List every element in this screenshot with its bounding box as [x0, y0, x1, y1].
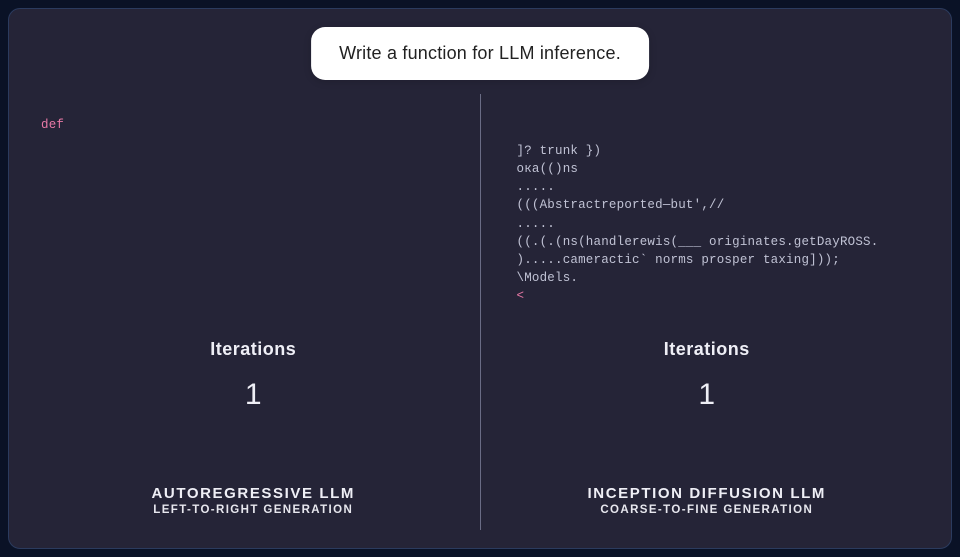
- left-subtitle: LEFT-TO-RIGHT GENERATION: [27, 504, 480, 516]
- left-title: AUTOREGRESSIVE LLM: [27, 485, 480, 502]
- right-iterations-block: Iterations 1: [481, 339, 934, 412]
- right-code-tail: <: [517, 289, 525, 299]
- right-title: INCEPTION DIFFUSION LLM: [481, 485, 934, 502]
- left-footer: AUTOREGRESSIVE LLM LEFT-TO-RIGHT GENERAT…: [27, 485, 480, 516]
- right-code-line-3: (((Abstractreported—but',//: [517, 198, 725, 212]
- right-code-line-5: ((.(.(ns(handlerewis(___ originates.getD…: [517, 235, 879, 249]
- iterations-label: Iterations: [481, 339, 934, 360]
- iterations-value: 1: [27, 378, 480, 412]
- iterations-value: 1: [481, 378, 934, 412]
- left-code: def: [41, 118, 64, 132]
- right-code-line-4: .....: [517, 217, 556, 231]
- prompt-text: Write a function for LLM inference.: [339, 43, 621, 63]
- iterations-label: Iterations: [27, 339, 480, 360]
- left-code-area: def: [27, 94, 480, 299]
- content-area: def Iterations 1 AUTOREGRESSIVE LLM LEFT…: [27, 94, 933, 530]
- right-panel: ]? trunk }) ока(()ns ..... (((Abstractre…: [481, 94, 934, 530]
- left-panel: def Iterations 1 AUTOREGRESSIVE LLM LEFT…: [27, 94, 480, 530]
- prompt-box: Write a function for LLM inference.: [311, 27, 649, 80]
- right-code-line-6: ).....cameractic` norms prosper taxing])…: [517, 253, 840, 267]
- left-iterations-block: Iterations 1: [27, 339, 480, 412]
- comparison-frame: Write a function for LLM inference. def …: [8, 8, 952, 549]
- right-footer: INCEPTION DIFFUSION LLM COARSE-TO-FINE G…: [481, 485, 934, 516]
- right-code-area: ]? trunk }) ока(()ns ..... (((Abstractre…: [481, 94, 934, 299]
- right-code-line-2: .....: [517, 180, 556, 194]
- right-code-line-7: \Models.: [517, 271, 579, 285]
- right-code-line-0: ]? trunk }): [517, 144, 602, 158]
- right-code-line-1: ока(()ns: [517, 162, 579, 176]
- right-subtitle: COARSE-TO-FINE GENERATION: [481, 504, 934, 516]
